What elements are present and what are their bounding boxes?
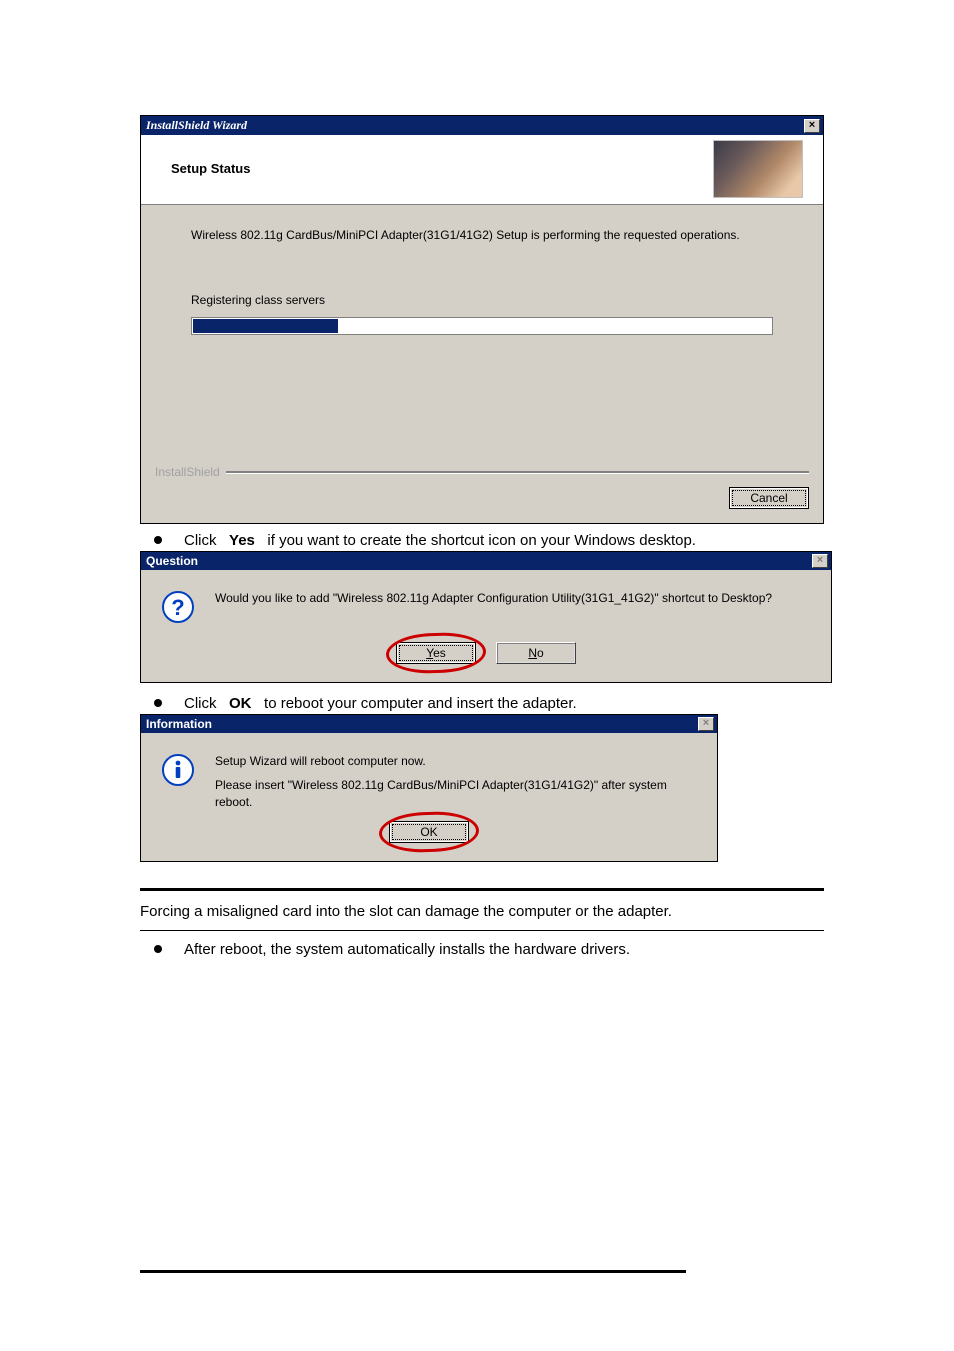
instruction-rest: to reboot your computer and insert the a… [264, 695, 577, 712]
highlight-ring: OK [389, 821, 469, 843]
question-title: Question [146, 554, 198, 568]
page-footer-rule [140, 1270, 686, 1273]
information-dialog: Information × Setup Wizard will reboot c… [140, 714, 718, 862]
wizard-titlebar: InstallShield Wizard × [141, 116, 823, 135]
information-line2: Please insert "Wireless 802.11g CardBus/… [215, 777, 697, 812]
instruction-hotkey: OK [229, 695, 252, 712]
question-buttons: Yes No [141, 642, 831, 682]
caution-text: Forcing a misaligned card into the slot … [140, 903, 824, 920]
highlight-ring: Yes [396, 642, 476, 664]
question-dialog: Question × ? Would you like to add "Wire… [140, 551, 832, 683]
instruction-rest: if you want to create the shortcut icon … [267, 532, 696, 549]
close-icon[interactable]: × [812, 554, 828, 568]
instruction-after-reboot: After reboot, the system automatically i… [154, 941, 824, 958]
installshield-wizard-window: InstallShield Wizard × Setup Status Wire… [140, 115, 824, 524]
close-icon[interactable]: × [698, 717, 714, 731]
svg-text:?: ? [171, 595, 184, 620]
information-icon [161, 753, 195, 787]
wizard-title: InstallShield Wizard [146, 118, 247, 133]
progress-fill [193, 319, 338, 333]
yes-button[interactable]: Yes [396, 642, 476, 664]
information-titlebar: Information × [141, 715, 717, 733]
question-body: ? Would you like to add "Wireless 802.11… [141, 570, 831, 642]
question-titlebar: Question × [141, 552, 831, 570]
wizard-status-text: Registering class servers [191, 293, 773, 307]
information-line1: Setup Wizard will reboot computer now. [215, 753, 697, 770]
close-icon[interactable]: × [804, 119, 820, 133]
question-message: Would you like to add "Wireless 802.11g … [215, 590, 811, 607]
instruction-click: Click [184, 695, 217, 712]
installshield-brand: InstallShield [155, 465, 220, 479]
question-icon: ? [161, 590, 195, 624]
wizard-footer: InstallShield Cancel [141, 455, 823, 523]
progress-bar [191, 317, 773, 335]
information-body: Setup Wizard will reboot computer now. P… [141, 733, 717, 821]
bullet-icon [154, 945, 162, 953]
divider-thin [140, 930, 824, 931]
information-title: Information [146, 717, 212, 731]
bullet-icon [154, 699, 162, 707]
after-reboot-text: After reboot, the system automatically i… [184, 941, 630, 958]
instruction-hotkey: Yes [229, 532, 255, 549]
no-button[interactable]: No [496, 642, 576, 664]
wizard-header-graphic [713, 140, 803, 198]
cancel-button[interactable]: Cancel [729, 487, 809, 509]
wizard-header-title: Setup Status [171, 161, 250, 176]
wizard-description: Wireless 802.11g CardBus/MiniPCI Adapter… [191, 227, 773, 243]
wizard-header: Setup Status [141, 135, 823, 205]
instruction-yes: Click Yes if you want to create the shor… [154, 532, 824, 549]
bullet-icon [154, 536, 162, 544]
ok-button[interactable]: OK [389, 821, 469, 843]
instruction-ok: Click OK to reboot your computer and ins… [154, 695, 824, 712]
instruction-click: Click [184, 532, 217, 549]
divider-heavy [140, 888, 824, 891]
wizard-body: Wireless 802.11g CardBus/MiniPCI Adapter… [141, 205, 823, 455]
information-buttons: OK [141, 821, 717, 861]
